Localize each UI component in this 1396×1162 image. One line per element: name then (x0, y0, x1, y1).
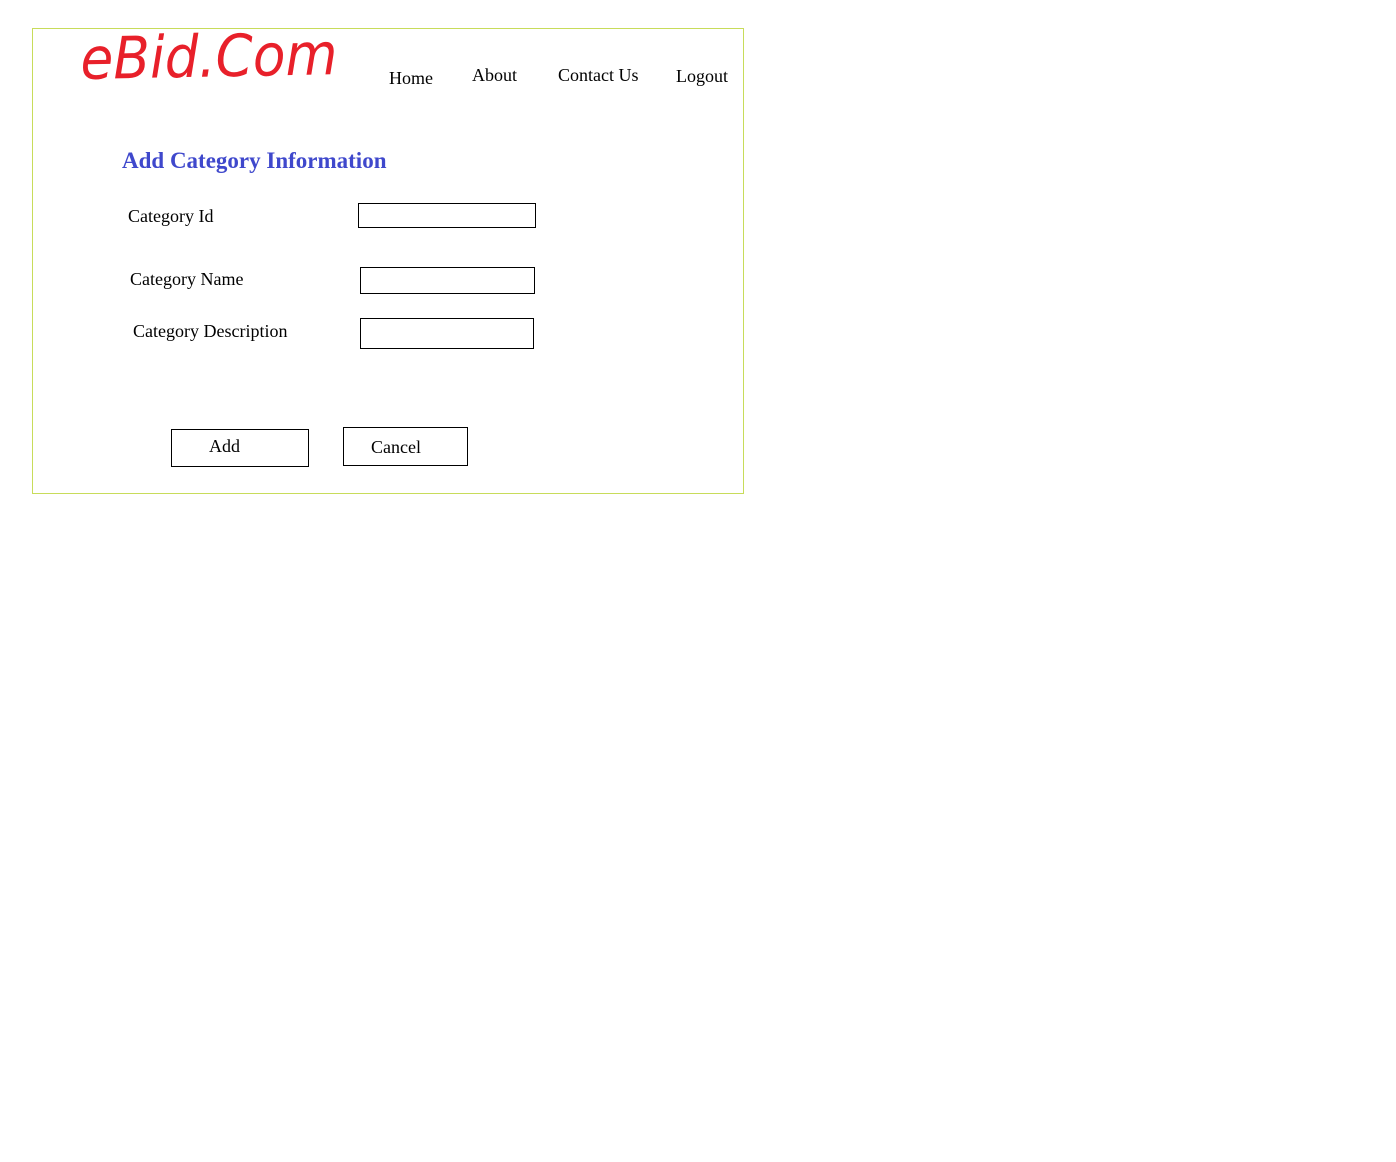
category-name-label: Category Name (130, 269, 244, 289)
add-button[interactable]: Add (171, 429, 309, 467)
site-logo[interactable]: eBid.Com (80, 20, 338, 93)
category-id-label: Category Id (128, 206, 214, 226)
page-frame (32, 28, 744, 494)
category-id-input[interactable] (358, 203, 536, 228)
category-name-input[interactable] (360, 267, 535, 294)
add-button-label: Add (209, 436, 240, 456)
cancel-button[interactable]: Cancel (343, 427, 468, 466)
category-description-label: Category Description (133, 321, 288, 341)
cancel-button-label: Cancel (371, 437, 421, 457)
nav-logout-link[interactable]: Logout (676, 67, 728, 85)
category-description-input[interactable] (360, 318, 534, 349)
nav-home-link[interactable]: Home (389, 69, 433, 87)
nav-contact-link[interactable]: Contact Us (558, 66, 639, 84)
page-title: Add Category Information (122, 148, 387, 173)
nav-about-link[interactable]: About (472, 66, 517, 84)
